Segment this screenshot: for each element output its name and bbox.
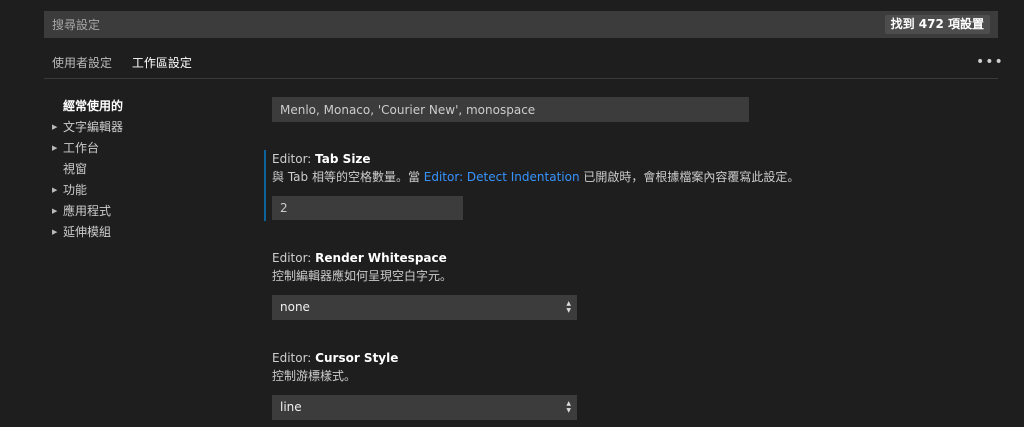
setting-name: Render Whitespace: [315, 251, 447, 265]
setting-name: Tab Size: [315, 152, 371, 166]
setting-title: Editor: Render Whitespace: [272, 249, 992, 267]
toc-item-commonly-used[interactable]: 經常使用的: [52, 96, 242, 117]
search-bar: 找到 472 項設置: [44, 11, 998, 38]
result-count-badge: 找到 472 項設置: [884, 15, 990, 34]
tab-user-settings[interactable]: 使用者設定: [44, 52, 120, 78]
font-family-input[interactable]: [272, 97, 749, 122]
modified-indicator: [264, 150, 266, 221]
setting-title: Editor: Cursor Style: [272, 349, 992, 367]
chevron-right-icon: ▶: [52, 123, 58, 131]
cursor-style-select[interactable]: line ▲ ▼: [272, 395, 577, 420]
setting-cursor-style: Editor: Cursor Style 控制游標樣式。: [272, 349, 992, 385]
setting-category: Editor:: [272, 251, 316, 265]
select-arrows-icon: ▲ ▼: [566, 400, 571, 414]
settings-toc: 經常使用的 ▶ 文字編輯器 ▶ 工作台 視窗 ▶ 功能 ▶ 應用程式 ▶ 延伸模組: [52, 96, 242, 243]
chevron-right-icon: ▶: [52, 207, 58, 215]
setting-category: Editor:: [272, 351, 316, 365]
chevron-right-icon: ▶: [52, 228, 58, 236]
toc-item-extensions[interactable]: ▶ 延伸模組: [52, 222, 242, 243]
setting-render-whitespace: Editor: Render Whitespace 控制編輯器應如何呈現空白字元…: [272, 249, 992, 285]
toc-item-label: 視窗: [63, 162, 88, 176]
render-whitespace-select[interactable]: none ▲ ▼: [272, 295, 577, 320]
description-text: 已開啟時，會根據檔案內容覆寫此設定。: [579, 170, 800, 184]
tabs-divider: [44, 78, 998, 79]
toc-item-features[interactable]: ▶ 功能: [52, 180, 242, 201]
setting-description: 與 Tab 相等的空格數量。當 Editor: Detect Indentati…: [272, 168, 992, 186]
chevron-right-icon: ▶: [52, 144, 58, 152]
setting-description: 控制游標樣式。: [272, 369, 357, 383]
toc-item-text-editor[interactable]: ▶ 文字編輯器: [52, 117, 242, 138]
toc-item-label: 延伸模組: [63, 225, 112, 239]
setting-name: Cursor Style: [315, 351, 399, 365]
toc-item-workbench[interactable]: ▶ 工作台: [52, 138, 242, 159]
detect-indentation-link[interactable]: Editor: Detect Indentation: [424, 170, 580, 184]
search-input[interactable]: [44, 11, 744, 38]
tab-size-input[interactable]: [272, 196, 463, 220]
description-text: 與 Tab 相等的空格數量。當: [272, 170, 424, 184]
settings-tabs: 使用者設定 工作區設定: [44, 52, 200, 79]
setting-tab-size: Editor: Tab Size 與 Tab 相等的空格數量。當 Editor:…: [272, 150, 992, 186]
tab-workspace-settings[interactable]: 工作區設定: [123, 52, 200, 79]
setting-category: Editor:: [272, 152, 316, 166]
toc-item-window[interactable]: 視窗: [52, 159, 242, 180]
setting-description: 控制編輯器應如何呈現空白字元。: [272, 269, 453, 283]
more-icon[interactable]: •••: [976, 54, 1004, 70]
toc-item-label: 經常使用的: [63, 99, 124, 113]
toc-item-label: 功能: [63, 183, 88, 197]
chevron-right-icon: ▶: [52, 186, 58, 194]
toc-item-label: 文字編輯器: [63, 120, 124, 134]
toc-item-label: 應用程式: [63, 204, 112, 218]
select-value: none: [280, 300, 310, 314]
toc-item-application[interactable]: ▶ 應用程式: [52, 201, 242, 222]
toc-item-label: 工作台: [63, 141, 100, 155]
select-arrows-icon: ▲ ▼: [566, 300, 571, 314]
select-value: line: [280, 400, 302, 414]
setting-title: Editor: Tab Size: [272, 150, 992, 168]
